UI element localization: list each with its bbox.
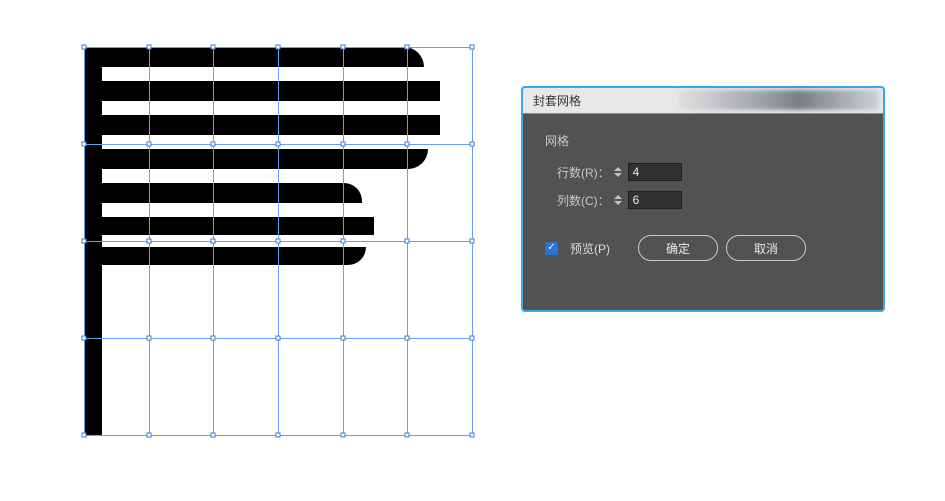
mesh-row-line (84, 435, 472, 436)
artwork-shape (84, 47, 472, 435)
cols-field: 列数(C)： (545, 191, 861, 209)
cols-label: 列数(C)： (557, 192, 610, 209)
dialog-titlebar[interactable]: 封套网格 (523, 88, 883, 114)
mesh-group-label: 网格 (545, 132, 861, 149)
chevron-up-icon[interactable] (614, 195, 622, 199)
dialog-title: 封套网格 (533, 94, 581, 108)
dialog-body: 网格 行数(R)： 列数(C)： (523, 114, 883, 279)
rows-stepper-arrows[interactable] (614, 163, 626, 181)
mesh-col-line (472, 47, 473, 435)
ok-button[interactable]: 确定 (638, 235, 718, 261)
preview-label: 预览(P) (570, 240, 610, 257)
check-icon: ✓ (547, 243, 555, 253)
titlebar-decoration (679, 90, 879, 110)
cols-input[interactable] (628, 191, 682, 209)
preview-checkbox[interactable]: ✓ (545, 242, 558, 255)
cols-stepper[interactable] (614, 191, 682, 209)
cols-stepper-arrows[interactable] (614, 191, 626, 209)
rows-input[interactable] (628, 163, 682, 181)
dialog-buttons: ✓ 预览(P) 确定 取消 (545, 235, 861, 261)
rows-label: 行数(R)： (557, 164, 610, 181)
cancel-button[interactable]: 取消 (726, 235, 806, 261)
rows-stepper[interactable] (614, 163, 682, 181)
rows-field: 行数(R)： (545, 163, 861, 181)
chevron-up-icon[interactable] (614, 167, 622, 171)
chevron-down-icon[interactable] (614, 201, 622, 205)
envelope-mesh-dialog: 封套网格 网格 行数(R)： 列数(C)： (521, 86, 885, 312)
chevron-down-icon[interactable] (614, 173, 622, 177)
canvas-area[interactable] (78, 41, 478, 441)
